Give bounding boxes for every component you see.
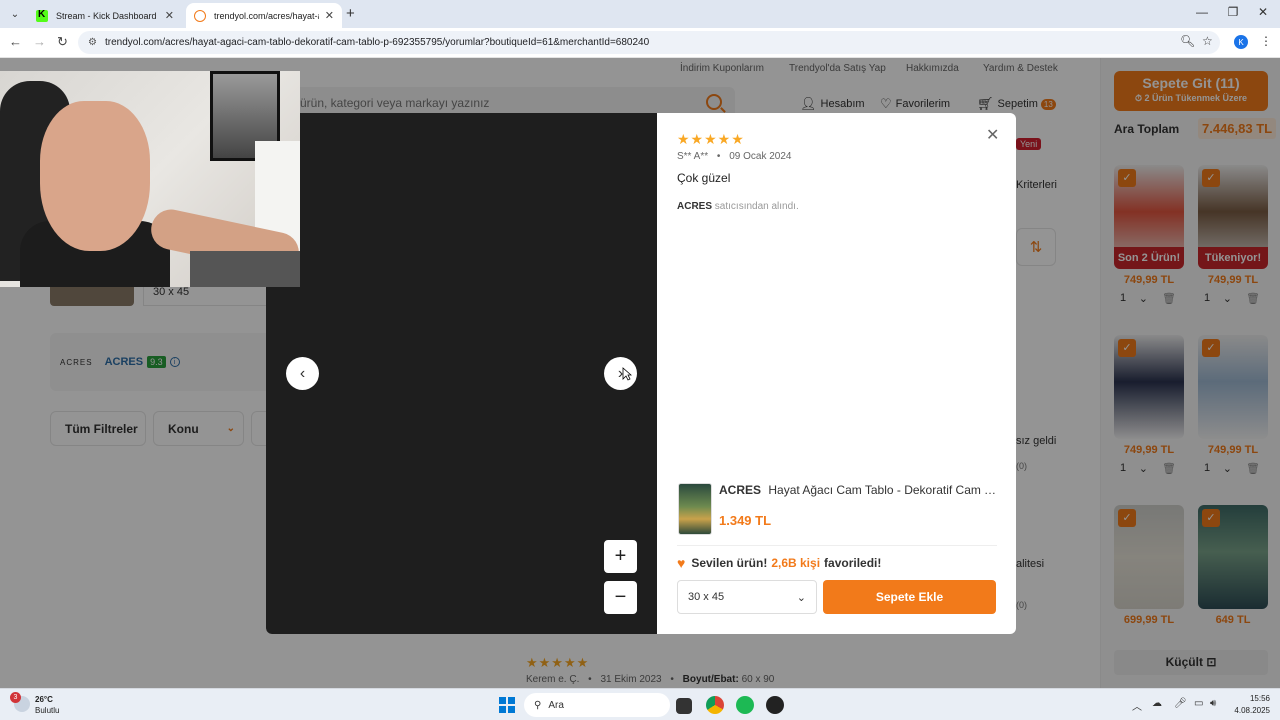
tab-search-icon[interactable]: ⌄ <box>4 4 26 24</box>
divider <box>677 545 997 546</box>
webcam-overlay <box>0 71 300 287</box>
reload-icon[interactable]: ↻ <box>57 34 68 50</box>
windows-start-icon[interactable] <box>499 697 515 713</box>
webcam-desk <box>190 251 300 287</box>
review-date: 09 Ocak 2024 <box>729 151 792 162</box>
chevron-down-icon: ⌄ <box>796 591 806 604</box>
close-icon[interactable]: ✕ <box>325 9 334 22</box>
product-price: 1.349 TL <box>719 513 772 528</box>
window-close-icon[interactable]: ✕ <box>1248 5 1278 19</box>
onedrive-icon[interactable]: ☁ <box>1152 698 1162 709</box>
product-title[interactable]: ACRES Hayat Ağacı Cam Tablo - Dekoratif … <box>719 483 999 497</box>
reviewer-name: S** A** <box>677 151 709 162</box>
site-info-icon[interactable]: ⚙ <box>88 37 97 48</box>
trendyol-favicon-icon <box>194 9 206 22</box>
temperature: 26°C <box>35 695 53 704</box>
search-icon: ⚲ <box>534 699 542 711</box>
review-comment: Çok güzel <box>677 171 731 185</box>
review-photo-viewer: ‹ › + − <box>266 113 657 634</box>
tab-kick-dashboard[interactable]: Stream - Kick Dashboard ✕ <box>28 3 182 28</box>
browser-menu-icon[interactable]: ⋮ <box>1260 34 1272 48</box>
close-icon[interactable]: ✕ <box>986 125 999 145</box>
webcam-person-face <box>40 101 150 251</box>
chevron-up-icon[interactable]: ︿ <box>1132 698 1142 713</box>
file-explorer-icon[interactable] <box>676 698 692 714</box>
mouse-cursor-icon <box>622 367 632 381</box>
zoom-out-button[interactable]: − <box>604 581 637 614</box>
chrome-icon[interactable] <box>706 696 724 714</box>
network-icon[interactable]: ▭ <box>1194 698 1203 709</box>
heart-icon: ♥ <box>677 555 686 571</box>
modal-backdrop[interactable] <box>1100 58 1280 688</box>
profile-avatar[interactable]: K <box>1234 35 1248 49</box>
close-icon[interactable]: ✕ <box>165 9 174 22</box>
address-bar: ← → ↻ ⚙ trendyol.com/acres/hayat-agaci-c… <box>0 28 1280 58</box>
size-select[interactable]: 30 x 45 ⌄ <box>677 580 817 614</box>
microphone-icon[interactable]: 🎤︎ <box>1174 698 1187 709</box>
windows-taskbar: 3 26°C Bulutlu ⚲ Ara ︿ ☁ 🎤︎ ▭ 🔊︎ 15:56 4… <box>0 688 1280 720</box>
new-tab-plus-icon[interactable]: + <box>346 5 355 22</box>
browser-tabstrip: ⌄ Stream - Kick Dashboard ✕ trendyol.com… <box>0 0 1280 28</box>
tab-title: Stream - Kick Dashboard <box>56 10 157 21</box>
minimize-icon[interactable]: — <box>1187 5 1217 19</box>
cloud-icon: 3 <box>10 692 30 712</box>
seller-line: ACRES satıcısından alındı. <box>677 201 799 212</box>
previous-photo-button[interactable]: ‹ <box>286 357 319 390</box>
system-clock[interactable]: 15:56 4.08.2025 <box>1226 693 1270 717</box>
taskbar-search-input[interactable]: ⚲ Ara <box>524 693 670 717</box>
url-input[interactable]: ⚙ trendyol.com/acres/hayat-agaci-cam-tab… <box>78 31 1220 54</box>
restore-icon[interactable]: ❐ <box>1218 5 1248 19</box>
kick-favicon-icon <box>36 9 48 22</box>
zoom-icon[interactable]: 🔍︎ <box>1180 34 1195 48</box>
product-brand: ACRES <box>719 483 762 497</box>
minus-icon: − <box>614 586 627 608</box>
favorite-count-line: ♥ Sevilen ürün! 2,6B kişi favoriledi! <box>677 555 882 571</box>
spotify-icon[interactable] <box>736 696 754 714</box>
back-arrow-icon[interactable]: ← <box>9 34 22 49</box>
notification-badge: 3 <box>10 692 21 703</box>
url-text: trendyol.com/acres/hayat-agaci-cam-tablo… <box>104 37 650 48</box>
plus-icon: + <box>614 545 627 567</box>
next-photo-button[interactable]: › <box>604 357 637 390</box>
bookmark-star-icon[interactable]: ☆ <box>1202 34 1213 48</box>
obs-icon[interactable] <box>766 696 784 714</box>
review-photo-modal: ‹ › + − ✕ ★★★★★ S** A** • 09 Ocak 2024 Ç… <box>266 113 1016 634</box>
tab-title: trendyol.com/acres/hayat-agaci <box>214 10 319 21</box>
chevron-left-icon: ‹ <box>299 364 306 382</box>
add-to-cart-button[interactable]: Sepete Ekle <box>823 580 996 614</box>
weather-widget[interactable]: 3 26°C Bulutlu <box>10 692 60 716</box>
weather-condition: Bulutlu <box>35 706 60 715</box>
forward-arrow-icon[interactable]: → <box>33 34 46 49</box>
product-thumbnail[interactable] <box>678 483 712 535</box>
volume-icon[interactable]: 🔊︎ <box>1210 698 1216 709</box>
seller-name[interactable]: ACRES <box>677 201 712 212</box>
tab-trendyol[interactable]: trendyol.com/acres/hayat-agaci ✕ <box>186 3 342 28</box>
zoom-in-button[interactable]: + <box>604 540 637 573</box>
review-meta: S** A** • 09 Ocak 2024 <box>677 151 792 162</box>
review-stars: ★★★★★ <box>677 131 745 147</box>
